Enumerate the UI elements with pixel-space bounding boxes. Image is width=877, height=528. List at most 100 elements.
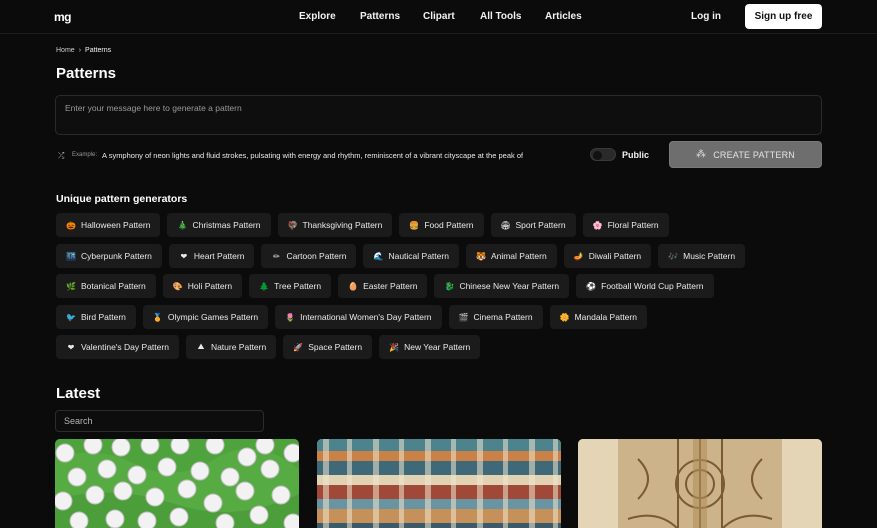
generator-icon: 🎶	[668, 251, 679, 261]
generator-icon: 🎄	[177, 220, 188, 230]
generator-label: Food Pattern	[424, 220, 474, 230]
example-prompt-text[interactable]: A symphony of neon lights and fluid stro…	[102, 151, 523, 160]
generator-icon: 🎨	[172, 281, 183, 291]
generator-label: Bird Pattern	[81, 312, 126, 322]
pattern-card-birds[interactable]	[317, 439, 561, 528]
generator-chip[interactable]: 🏅 Olympic Games Pattern	[142, 305, 269, 329]
golf-ball-pattern-thumbnail	[55, 439, 299, 528]
generator-chip[interactable]: 🦃 Thanksgiving Pattern	[277, 213, 393, 237]
generator-chip[interactable]: 🌼 Mandala Pattern	[549, 305, 647, 329]
generator-icon: ✏	[273, 251, 280, 261]
generator-icon: 🌃	[66, 251, 76, 261]
generator-chip[interactable]: 🎃 Halloween Pattern	[56, 213, 161, 237]
example-prompt-row[interactable]: ⤮ Example: A symphony of neon lights and…	[58, 149, 578, 161]
generator-label: Valentine's Day Pattern	[81, 342, 169, 352]
generator-icon: 🐦	[66, 312, 76, 322]
toggle-knob	[593, 150, 602, 160]
generator-row: 🐦 Bird Pattern 🏅 Olympic Games Pattern 🌷 Inte…	[56, 305, 647, 329]
generator-label: Music Pattern	[683, 251, 736, 261]
generator-icon: 🎉	[389, 342, 400, 352]
signup-button[interactable]: Sign up free	[745, 4, 822, 29]
shuffle-icon[interactable]: ⤮	[58, 151, 67, 160]
generator-chip[interactable]: 🐦 Bird Pattern	[56, 305, 136, 329]
public-toggle[interactable]	[590, 148, 616, 161]
generator-label: Thanksgiving Pattern	[302, 220, 383, 230]
generator-chip[interactable]: 🌊 Nautical Pattern	[363, 244, 459, 268]
generator-icon: 🏟	[500, 220, 511, 230]
generator-chip[interactable]: 🌲 Tree Pattern	[249, 274, 332, 298]
generator-label: Botanical Pattern	[81, 281, 146, 291]
generator-chip[interactable]: 🌷 International Women's Day Pattern	[275, 305, 442, 329]
generator-icon: ❤	[67, 342, 75, 352]
generator-chip[interactable]: ✏ Cartoon Pattern	[261, 244, 357, 268]
generator-row: ❤ Valentine's Day Pattern ⛰ Nature Pattern 🚀…	[56, 335, 481, 359]
generator-chip[interactable]: ❤ Valentine's Day Pattern	[56, 335, 179, 359]
pattern-card-ornate[interactable]	[578, 439, 822, 528]
generator-chip[interactable]: 🪔 Diwali Pattern	[563, 244, 652, 268]
generator-chip[interactable]: ❤ Heart Pattern	[168, 244, 255, 268]
generator-chip[interactable]: 🎉 New Year Pattern	[379, 335, 481, 359]
pattern-prompt-input[interactable]	[55, 95, 822, 135]
generator-chip[interactable]: 🌃 Cyberpunk Pattern	[56, 244, 162, 268]
generator-icon: 🥚	[348, 281, 359, 291]
chevron-right-icon: ›	[78, 47, 82, 54]
nav-patterns[interactable]: Patterns	[360, 11, 400, 22]
generator-chip[interactable]: ⚽ Football World Cup Pattern	[576, 274, 714, 298]
generator-icon: 🦃	[287, 220, 298, 230]
nav-explore[interactable]: Explore	[299, 11, 336, 22]
generator-chip[interactable]: 🐯 Animal Pattern	[465, 244, 557, 268]
generator-icon: 🌲	[259, 281, 270, 291]
create-pattern-button[interactable]: ⁂ CREATE PATTERN	[669, 141, 822, 168]
generator-label: Football World Cup Pattern	[601, 281, 704, 291]
generator-chip[interactable]: 🎄 Christmas Pattern	[167, 213, 271, 237]
generator-label: Nautical Pattern	[388, 251, 449, 261]
generator-label: Chinese New Year Pattern	[459, 281, 560, 291]
generator-chip[interactable]: 🚀 Space Pattern	[283, 335, 373, 359]
login-link[interactable]: Log in	[691, 11, 721, 22]
bird-pattern-thumbnail	[317, 439, 561, 528]
search-input[interactable]	[55, 410, 264, 432]
nav-all-tools[interactable]: All Tools	[480, 11, 521, 22]
generator-label: Animal Pattern	[490, 251, 547, 261]
generator-label: Floral Pattern	[607, 220, 659, 230]
latest-section-title: Latest	[56, 385, 101, 402]
nav-articles[interactable]: Articles	[545, 11, 582, 22]
generator-icon: 🎬	[458, 312, 469, 322]
generator-icon: ❤	[180, 251, 188, 261]
generator-icon: ⛰	[197, 342, 205, 351]
generator-label: Sport Pattern	[515, 220, 566, 230]
generator-icon: 🐉	[444, 281, 455, 291]
generator-chip[interactable]: 🐉 Chinese New Year Pattern	[434, 274, 570, 298]
generator-chip[interactable]: 🏟 Sport Pattern	[490, 213, 576, 237]
generator-icon: 🌿	[66, 281, 76, 291]
generator-chip[interactable]: 🎬 Cinema Pattern	[448, 305, 543, 329]
ornate-pattern-thumbnail	[578, 439, 822, 528]
generator-icon: 🍔	[409, 220, 420, 230]
page-title: Patterns	[56, 65, 117, 82]
nav-clipart[interactable]: Clipart	[423, 11, 455, 22]
generator-chip[interactable]: 🌸 Floral Pattern	[582, 213, 669, 237]
generator-icon: 🏅	[152, 312, 163, 322]
generators-section-title: Unique pattern generators	[56, 193, 188, 205]
generator-label: Mandala Pattern	[574, 312, 637, 322]
breadcrumb-home[interactable]: Home	[56, 47, 75, 54]
generator-icon: 🎃	[66, 220, 76, 230]
generator-label: New Year Pattern	[404, 342, 471, 352]
generator-label: International Women's Day Pattern	[300, 312, 432, 322]
generator-chip[interactable]: 🌿 Botanical Pattern	[56, 274, 156, 298]
generator-label: Heart Pattern	[193, 251, 245, 261]
generator-icon: 🌊	[373, 251, 384, 261]
generator-label: Space Pattern	[308, 342, 363, 352]
pattern-card-golf-balls[interactable]	[55, 439, 299, 528]
magic-wand-icon: ⁂	[695, 149, 707, 160]
generator-label: Cartoon Pattern	[286, 251, 347, 261]
generator-chip[interactable]: 🍔 Food Pattern	[399, 213, 484, 237]
generator-row: 🌿 Botanical Pattern 🎨 Holi Pattern 🌲 Tree Pat…	[56, 274, 714, 298]
generator-icon: 🐯	[475, 251, 486, 261]
generator-chip[interactable]: 🎶 Music Pattern	[658, 244, 746, 268]
generator-chip[interactable]: 🥚 Easter Pattern	[338, 274, 428, 298]
public-label: Public	[622, 150, 650, 160]
generator-chip[interactable]: ⛰ Nature Pattern	[185, 335, 277, 359]
generator-chip[interactable]: 🎨 Holi Pattern	[162, 274, 243, 298]
generator-label: Olympic Games Pattern	[167, 312, 259, 322]
